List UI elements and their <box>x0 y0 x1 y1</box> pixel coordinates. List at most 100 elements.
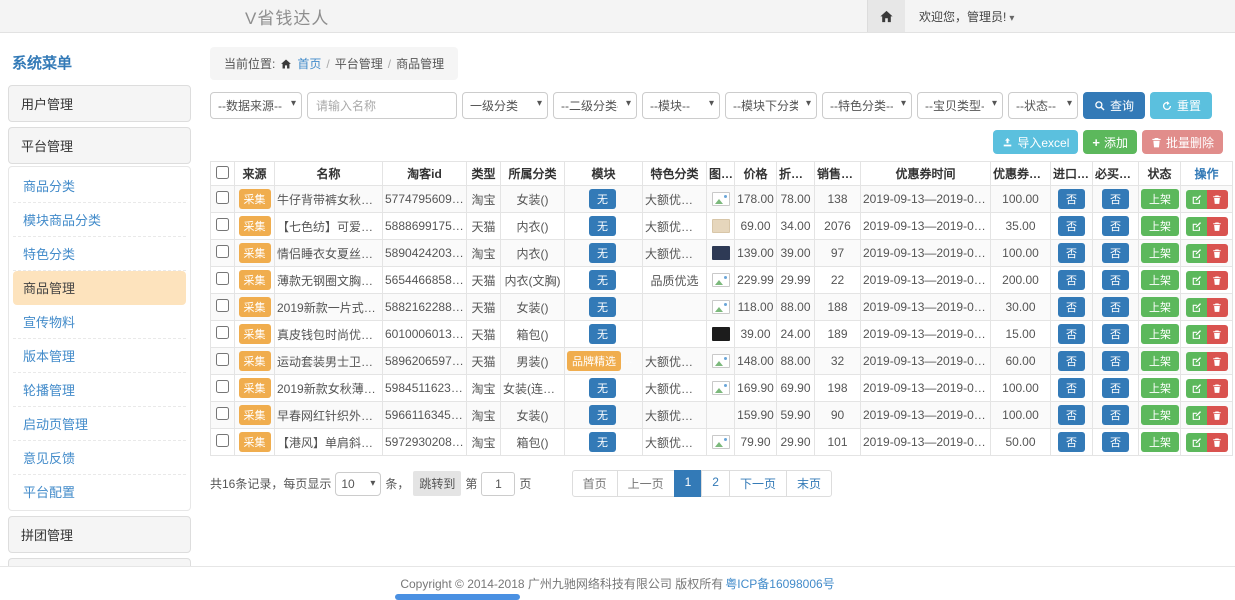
page-number-input[interactable] <box>481 472 515 496</box>
status-toggle[interactable]: 上架 <box>1141 189 1179 209</box>
import-select-toggle[interactable]: 否 <box>1058 243 1085 263</box>
sidebar-item-splash-management[interactable]: 启动页管理 <box>13 407 186 441</box>
import-select-toggle[interactable]: 否 <box>1058 432 1085 452</box>
edit-button[interactable] <box>1186 352 1207 371</box>
sidebar-item-user-management[interactable]: 用户管理 <box>8 85 191 122</box>
must-buy-toggle[interactable]: 否 <box>1102 297 1129 317</box>
edit-button[interactable] <box>1186 190 1207 209</box>
horizontal-scrollbar-thumb[interactable] <box>395 594 520 600</box>
must-buy-toggle[interactable]: 否 <box>1102 189 1129 209</box>
must-buy-toggle[interactable]: 否 <box>1102 405 1129 425</box>
delete-button[interactable] <box>1207 190 1228 209</box>
must-buy-toggle[interactable]: 否 <box>1102 216 1129 236</box>
pager-first[interactable]: 首页 <box>572 470 618 497</box>
sidebar-item-promo-materials[interactable]: 宣传物料 <box>13 305 186 339</box>
import-select-toggle[interactable]: 否 <box>1058 189 1085 209</box>
status-toggle[interactable]: 上架 <box>1141 351 1179 371</box>
row-checkbox[interactable] <box>216 434 229 447</box>
icp-link[interactable]: 粤ICP备16098006号 <box>725 575 834 592</box>
item-type-select[interactable]: --宝贝类型-- <box>917 92 1003 119</box>
module-sub-category-select[interactable]: --模块下分类-- <box>725 92 817 119</box>
delete-button[interactable] <box>1207 406 1228 425</box>
import-select-toggle[interactable]: 否 <box>1058 351 1085 371</box>
status-toggle[interactable]: 上架 <box>1141 243 1179 263</box>
pager-page-1[interactable]: 1 <box>674 470 703 497</box>
status-select[interactable]: --状态-- <box>1008 92 1078 119</box>
sidebar-item-platform-management[interactable]: 平台管理 <box>8 127 191 164</box>
must-buy-toggle[interactable]: 否 <box>1102 351 1129 371</box>
sidebar-item-feedback[interactable]: 意见反馈 <box>13 441 186 475</box>
must-buy-toggle[interactable]: 否 <box>1102 270 1129 290</box>
delete-button[interactable] <box>1207 379 1228 398</box>
row-checkbox[interactable] <box>216 245 229 258</box>
level2-category-select[interactable]: --二级分类-- <box>553 92 637 119</box>
feature-category-select[interactable]: --特色分类-- <box>822 92 912 119</box>
row-checkbox[interactable] <box>216 407 229 420</box>
per-page-select[interactable]: 10 <box>335 472 381 496</box>
user-menu[interactable]: 欢迎您，管理员!▾ <box>905 8 1235 25</box>
row-checkbox[interactable] <box>216 326 229 339</box>
delete-button[interactable] <box>1207 217 1228 236</box>
name-search-input[interactable] <box>307 92 457 119</box>
edit-button[interactable] <box>1186 217 1207 236</box>
home-button[interactable] <box>867 0 905 32</box>
import-select-toggle[interactable]: 否 <box>1058 324 1085 344</box>
import-select-toggle[interactable]: 否 <box>1058 216 1085 236</box>
pager-page-2[interactable]: 2 <box>701 470 730 497</box>
sidebar-item-group-buy[interactable]: 拼团管理 <box>8 516 191 553</box>
import-excel-button[interactable]: 导入excel <box>993 130 1078 154</box>
row-checkbox[interactable] <box>216 272 229 285</box>
pager-last[interactable]: 末页 <box>786 470 832 497</box>
must-buy-toggle[interactable]: 否 <box>1102 243 1129 263</box>
status-toggle[interactable]: 上架 <box>1141 378 1179 398</box>
edit-button[interactable] <box>1186 298 1207 317</box>
edit-button[interactable] <box>1186 379 1207 398</box>
status-toggle[interactable]: 上架 <box>1141 405 1179 425</box>
sidebar-item-carousel-management[interactable]: 轮播管理 <box>13 373 186 407</box>
status-toggle[interactable]: 上架 <box>1141 297 1179 317</box>
edit-button[interactable] <box>1186 244 1207 263</box>
import-select-toggle[interactable]: 否 <box>1058 378 1085 398</box>
sidebar-item-product-category[interactable]: 商品分类 <box>13 169 186 203</box>
must-buy-toggle[interactable]: 否 <box>1102 324 1129 344</box>
delete-button[interactable] <box>1207 244 1228 263</box>
sidebar-item-module-product-category[interactable]: 模块商品分类 <box>13 203 186 237</box>
sidebar-item-version-management[interactable]: 版本管理 <box>13 339 186 373</box>
pager-prev[interactable]: 上一页 <box>617 470 675 497</box>
search-button[interactable]: 查询 <box>1083 92 1145 119</box>
row-checkbox[interactable] <box>216 299 229 312</box>
sidebar-item-product-management[interactable]: 商品管理 <box>13 271 186 305</box>
sidebar-item-platform-config[interactable]: 平台配置 <box>13 475 186 508</box>
status-toggle[interactable]: 上架 <box>1141 270 1179 290</box>
must-buy-toggle[interactable]: 否 <box>1102 378 1129 398</box>
edit-button[interactable] <box>1186 271 1207 290</box>
status-toggle[interactable]: 上架 <box>1141 216 1179 236</box>
add-button[interactable]: + 添加 <box>1083 130 1137 154</box>
batch-delete-button[interactable]: 批量删除 <box>1142 130 1223 154</box>
data-source-select[interactable]: --数据来源-- <box>210 92 302 119</box>
edit-button[interactable] <box>1186 433 1207 452</box>
module-select[interactable]: --模块-- <box>642 92 720 119</box>
delete-button[interactable] <box>1207 325 1228 344</box>
reset-button[interactable]: 重置 <box>1150 92 1212 119</box>
edit-button[interactable] <box>1186 406 1207 425</box>
status-toggle[interactable]: 上架 <box>1141 432 1179 452</box>
must-buy-toggle[interactable]: 否 <box>1102 432 1129 452</box>
status-toggle[interactable]: 上架 <box>1141 324 1179 344</box>
sidebar-item-feature-category[interactable]: 特色分类 <box>13 237 186 271</box>
jump-button[interactable]: 跳转到 <box>413 471 461 496</box>
row-checkbox[interactable] <box>216 218 229 231</box>
delete-button[interactable] <box>1207 352 1228 371</box>
select-all-checkbox[interactable] <box>216 166 229 179</box>
breadcrumb-home-link[interactable]: 首页 <box>297 55 321 72</box>
import-select-toggle[interactable]: 否 <box>1058 405 1085 425</box>
row-checkbox[interactable] <box>216 353 229 366</box>
import-select-toggle[interactable]: 否 <box>1058 297 1085 317</box>
edit-button[interactable] <box>1186 325 1207 344</box>
delete-button[interactable] <box>1207 271 1228 290</box>
pager-next[interactable]: 下一页 <box>729 470 787 497</box>
delete-button[interactable] <box>1207 298 1228 317</box>
level1-category-select[interactable]: 一级分类 <box>462 92 548 119</box>
import-select-toggle[interactable]: 否 <box>1058 270 1085 290</box>
delete-button[interactable] <box>1207 433 1228 452</box>
